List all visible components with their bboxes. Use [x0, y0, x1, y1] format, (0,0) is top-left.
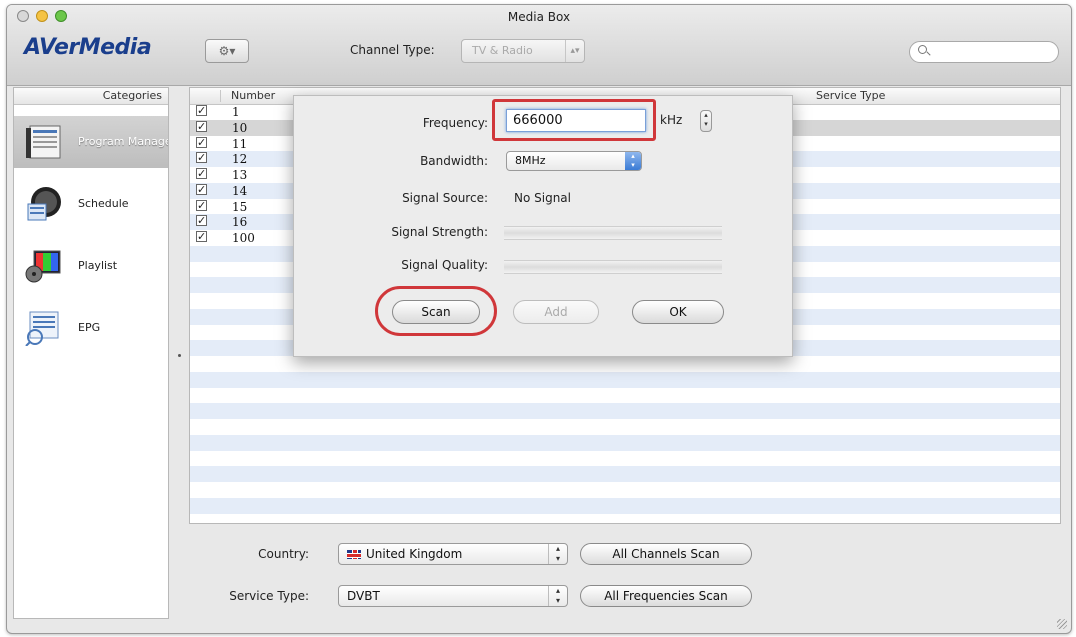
- row-number: 12: [232, 152, 248, 167]
- media-box-window: Media Box AVerMedia ⚙▾ Channel Type: TV …: [6, 4, 1072, 634]
- add-button[interactable]: Add: [513, 300, 599, 324]
- categories-sidebar: Categories Program Manager Schedule Play…: [13, 87, 169, 619]
- sidebar-item-epg[interactable]: EPG: [14, 302, 168, 354]
- window-resize-grip[interactable]: [1057, 619, 1067, 629]
- sidebar-item-label: Schedule: [78, 197, 129, 210]
- sidebar-item-label: Playlist: [78, 259, 118, 272]
- row-checkbox[interactable]: ✓: [196, 231, 207, 242]
- service-type-value: DVBT: [347, 589, 380, 603]
- frequency-unit: kHz: [660, 113, 683, 127]
- program-manager-icon: [26, 125, 61, 159]
- row-checkbox[interactable]: ✓: [196, 199, 207, 211]
- country-value: United Kingdom: [366, 547, 463, 561]
- service-type-select[interactable]: DVBT ▴ ▾: [338, 585, 568, 607]
- row-number: 10: [232, 120, 248, 135]
- updown-arrows-icon: ▴▾: [625, 152, 641, 170]
- empty-row: [190, 434, 1060, 451]
- row-checkbox[interactable]: ✓: [196, 215, 207, 227]
- empty-row: [190, 356, 1060, 372]
- row-checkbox[interactable]: ✓: [196, 152, 207, 164]
- signal-strength-meter: [504, 226, 722, 240]
- signal-quality-label: Signal Quality:: [401, 258, 488, 272]
- ok-button[interactable]: OK: [632, 300, 724, 324]
- sidebar-item-playlist[interactable]: Playlist: [14, 240, 168, 292]
- empty-row: [190, 388, 1060, 404]
- frequency-label: Frequency:: [422, 116, 488, 130]
- country-select[interactable]: United Kingdom ▴ ▾: [338, 543, 568, 565]
- row-number: 100: [232, 231, 255, 245]
- gear-icon: ⚙▾: [218, 44, 236, 58]
- window-title: Media Box: [507, 10, 571, 24]
- row-number: 16: [232, 215, 248, 230]
- column-header-number[interactable]: Number: [231, 89, 275, 102]
- bandwidth-select[interactable]: 8MHz ▴ ▾: [506, 151, 642, 171]
- updown-arrows-icon: ▴▾: [565, 40, 584, 62]
- service-type-label: Service Type:: [229, 589, 309, 603]
- categories-header: Categories: [14, 88, 168, 105]
- sidebar-item-schedule[interactable]: Schedule: [14, 178, 168, 230]
- sidebar-item-label: Program Manager: [78, 135, 168, 148]
- frequency-highlight-annotation: [492, 99, 656, 141]
- frequency-stepper[interactable]: ▴ ▾: [700, 110, 712, 132]
- row-checkbox[interactable]: ✓: [196, 120, 207, 132]
- bandwidth-value: 8MHz: [515, 154, 546, 167]
- row-checkbox[interactable]: ✓: [196, 136, 207, 148]
- empty-row: [190, 371, 1060, 388]
- scan-settings-bar: Country: United Kingdom ▴ ▾ All Channels …: [189, 523, 1061, 623]
- search-input[interactable]: [909, 41, 1059, 63]
- row-number: 11: [232, 136, 248, 151]
- uk-flag-icon: [347, 550, 361, 559]
- bandwidth-label: Bandwidth:: [420, 154, 488, 168]
- sidebar-item-program-manager[interactable]: Program Manager: [14, 116, 168, 168]
- search-icon: [918, 45, 927, 54]
- channel-type-value: TV & Radio: [472, 44, 533, 57]
- all-channels-scan-button[interactable]: All Channels Scan: [580, 543, 752, 565]
- empty-row: [190, 466, 1060, 482]
- row-number: 13: [232, 168, 248, 182]
- row-number: 14: [232, 183, 248, 198]
- playlist-icon: [25, 250, 61, 283]
- epg-icon: [25, 311, 59, 346]
- all-frequencies-scan-button[interactable]: All Frequencies Scan: [580, 585, 752, 607]
- row-number: 15: [232, 199, 248, 214]
- signal-strength-label: Signal Strength:: [391, 225, 488, 239]
- scan-highlight-annotation: [375, 286, 497, 336]
- frequency-scan-dialog: Frequency: 666000 kHz ▴ ▾ Bandwidth: 8MHz…: [293, 95, 793, 357]
- empty-row: [190, 497, 1060, 514]
- row-number: 1: [232, 105, 240, 119]
- column-header-service-type[interactable]: Service Type: [816, 89, 885, 102]
- updown-arrows-icon: ▴▾: [548, 544, 567, 564]
- channel-type-label: Channel Type:: [350, 43, 435, 57]
- signal-source-value: No Signal: [514, 191, 571, 205]
- row-checkbox[interactable]: ✓: [196, 183, 207, 195]
- sidebar-item-label: EPG: [78, 321, 101, 334]
- country-label: Country:: [258, 547, 309, 561]
- channel-type-select[interactable]: TV & Radio ▴▾: [461, 39, 585, 63]
- split-view-handle[interactable]: [178, 354, 181, 357]
- row-checkbox[interactable]: ✓: [196, 168, 207, 179]
- signal-quality-meter: [504, 260, 722, 274]
- empty-row: [190, 451, 1060, 467]
- gear-menu-button[interactable]: ⚙▾: [205, 39, 249, 63]
- schedule-icon: [27, 187, 61, 221]
- row-checkbox[interactable]: ✓: [196, 105, 207, 116]
- empty-row: [190, 403, 1060, 419]
- title-toolbar: Media Box AVerMedia ⚙▾ Channel Type: TV …: [7, 5, 1071, 86]
- updown-arrows-icon: ▴▾: [548, 586, 567, 606]
- empty-row: [190, 482, 1060, 498]
- empty-row: [190, 419, 1060, 435]
- avermedia-logo: AVerMedia: [24, 35, 152, 60]
- signal-source-label: Signal Source:: [402, 191, 488, 205]
